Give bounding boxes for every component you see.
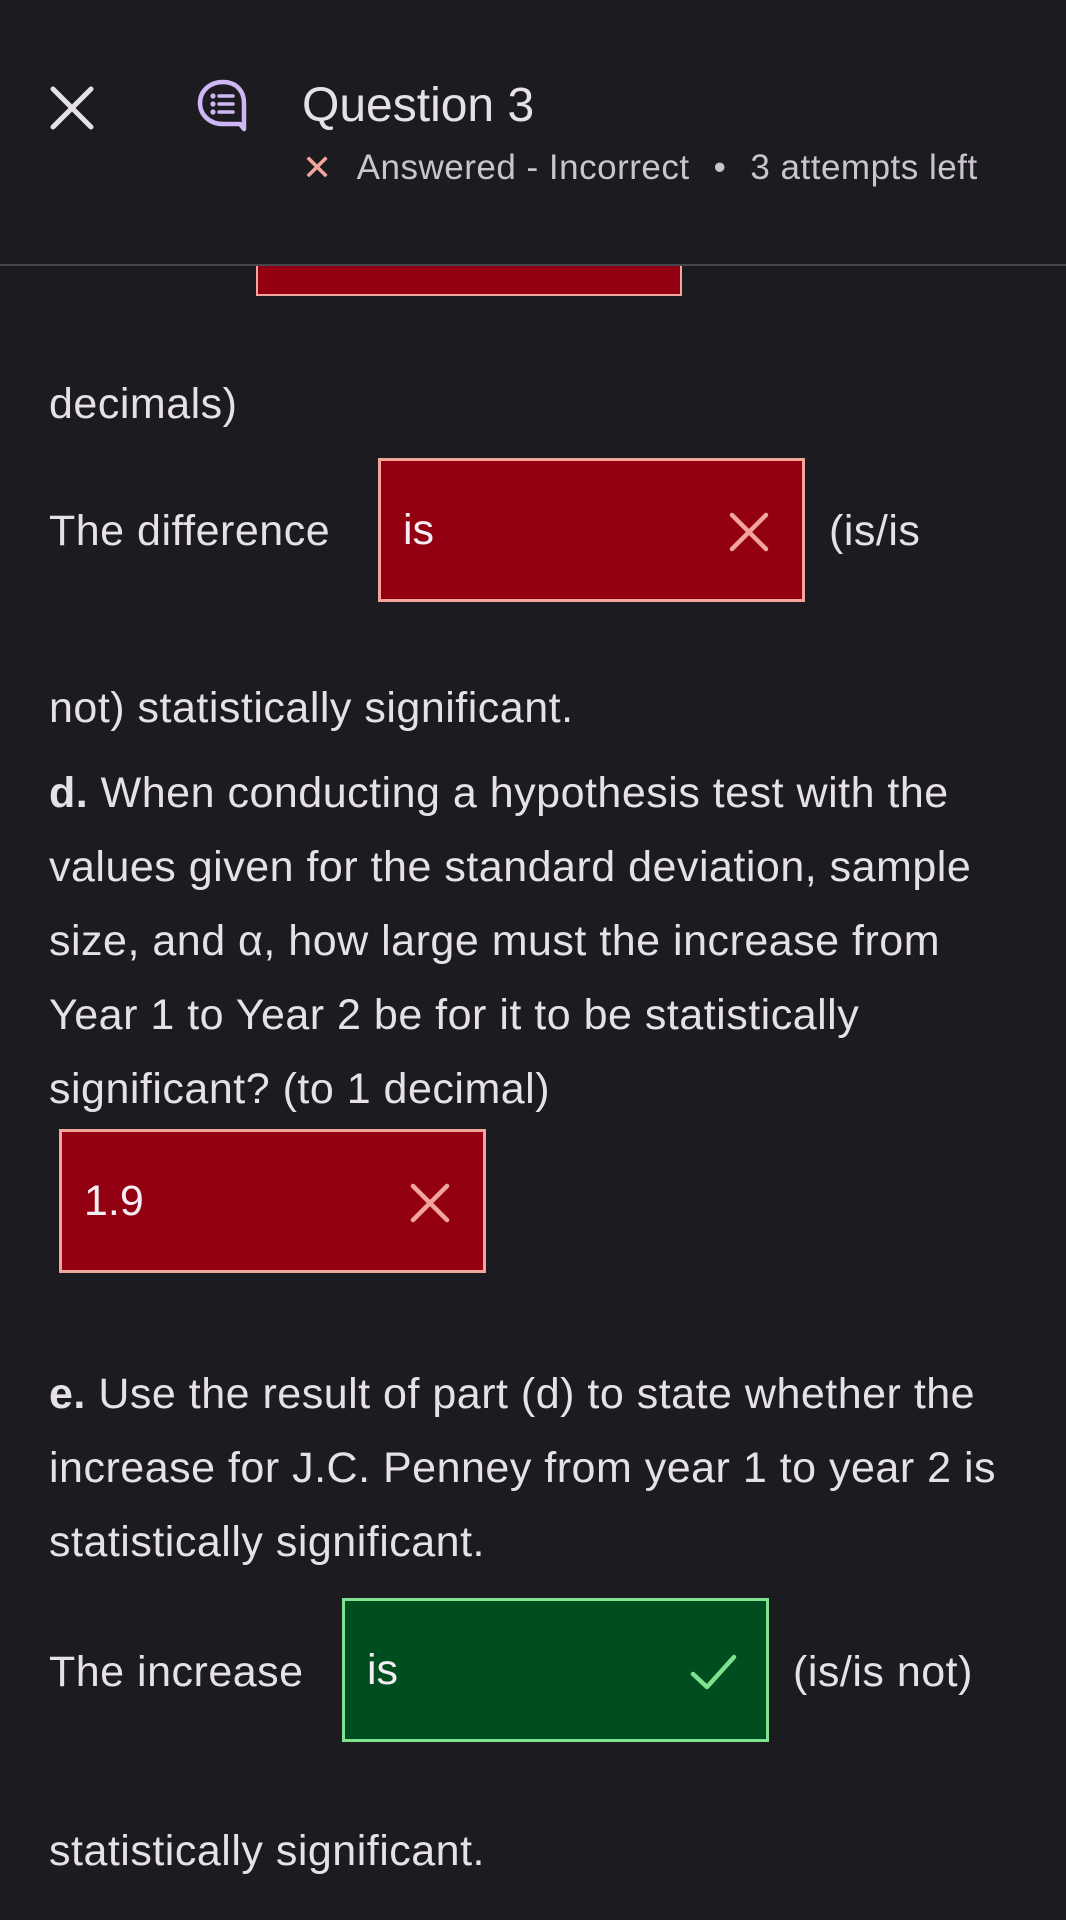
part-e-label: e. xyxy=(49,1370,86,1418)
close-icon xyxy=(50,86,94,130)
incorrect-x-icon xyxy=(410,1183,450,1223)
part-e-answer-field[interactable]: is xyxy=(342,1598,769,1742)
part-e-suffix: (is/is not) xyxy=(793,1648,973,1696)
part-d-question-text: When conducting a hypothesis test with t… xyxy=(49,769,972,1113)
part-d-label: d. xyxy=(49,769,89,817)
part-c-answer-value: is xyxy=(403,505,435,554)
part-c-previous-answer-field[interactable] xyxy=(256,264,682,296)
part-c-prefix: The difference xyxy=(49,507,331,555)
part-d-answer-value: 1.9 xyxy=(84,1176,144,1225)
part-c-answer-field[interactable]: is xyxy=(378,458,805,602)
incorrect-x-icon xyxy=(729,512,769,552)
part-e-question-text: Use the result of part (d) to state whet… xyxy=(49,1370,997,1566)
part-c-continuation: decimals) xyxy=(49,380,238,428)
part-e-suffix-wrap: statistically significant. xyxy=(49,1827,485,1875)
status-text: Answered - Incorrect xyxy=(356,148,690,187)
part-e-question: e. Use the result of part (d) to state w… xyxy=(49,1357,1039,1579)
part-e-answer-value: is xyxy=(367,1645,399,1694)
question-header: Question 3 ✕ Answered - Incorrect • 3 at… xyxy=(0,0,1066,266)
page-title: Question 3 xyxy=(302,79,535,132)
question-chat-icon xyxy=(197,79,247,132)
status-separator: • xyxy=(713,148,727,187)
part-d-question: d. When conducting a hypothesis test wit… xyxy=(49,756,1039,1126)
part-e-prefix: The increase xyxy=(49,1648,304,1696)
attempts-left: 3 attempts left xyxy=(750,148,978,187)
close-button[interactable] xyxy=(44,80,100,136)
status-row: ✕ Answered - Incorrect • 3 attempts left xyxy=(302,148,978,188)
part-c-suffix: (is/is xyxy=(829,507,921,555)
incorrect-status-icon: ✕ xyxy=(302,147,333,188)
part-c-suffix-wrap: not) statistically significant. xyxy=(49,684,574,732)
part-d-answer-field[interactable]: 1.9 xyxy=(59,1129,486,1273)
checkmark-icon xyxy=(690,1654,737,1690)
